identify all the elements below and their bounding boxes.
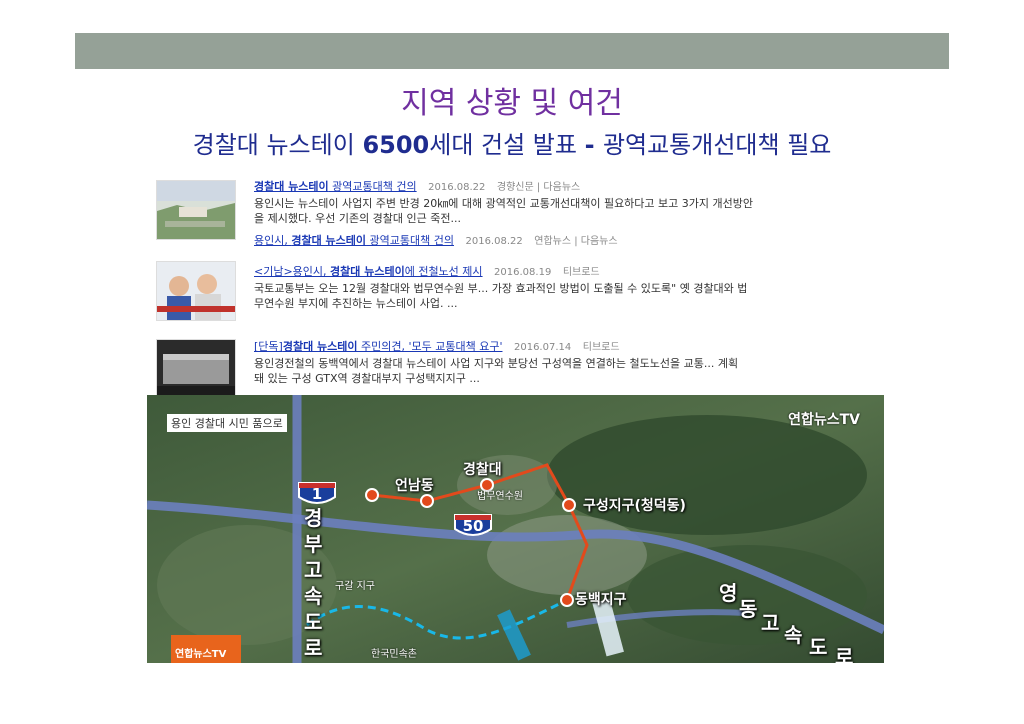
label-yeongdong-highway-1: 영 <box>719 581 738 605</box>
broadcaster-corner-logo: 연합뉴스TV <box>171 635 241 663</box>
label-dongbaek: 동백지구 <box>575 592 627 608</box>
label-yeongdong-highway-5: 도 <box>809 635 828 659</box>
slide-subtitle: 경찰대 뉴스테이 6500세대 건설 발표 - 광역교통개선대책 필요 <box>0 128 1024 162</box>
label-minsokchon: 한국민속촌 <box>371 649 417 660</box>
news-source: 티브로드 <box>582 342 620 353</box>
label-gyeongbu-highway: 경 부 고 속 도 로 <box>304 506 323 660</box>
route-map: 용인 경찰대 시민 품으로 연합뉴스TV 1 50 경찰대 언남동 법무연수원 … <box>147 395 884 663</box>
label-beommu: 법무연수원 <box>477 491 523 502</box>
news-source: 티브로드 <box>562 267 600 278</box>
broadcaster-logo: 연합뉴스TV <box>788 412 860 428</box>
subtitle-number: 6500 <box>362 131 430 159</box>
subtitle-part-b: 세대 건설 발표 <box>429 131 585 159</box>
news-headline-link[interactable]: <기남>용인시, 경찰대 뉴스테이에 전철노선 제시 <box>254 265 483 278</box>
news-date: 2016.07.14 <box>513 342 572 353</box>
news-date: 2016.08.19 <box>494 267 552 278</box>
label-gyeongchal: 경찰대 <box>463 462 502 478</box>
news-thumbnail[interactable] <box>156 180 236 240</box>
label-gugal: 구갈 지구 <box>335 581 375 592</box>
news-snippet: 용인시는 뉴스테이 사업지 주변 반경 20㎞에 대해 광역적인 교통개선대책이… <box>254 197 753 225</box>
route-1-shield-icon: 1 <box>297 481 337 507</box>
label-eonnam: 언남동 <box>395 478 434 494</box>
label-yeongdong-highway-2: 동 <box>739 597 758 621</box>
slide-title: 지역 상황 및 여건 <box>401 86 623 121</box>
news-thumbnail[interactable] <box>156 339 236 399</box>
top-banner-bar <box>75 33 949 69</box>
related-news-source: 연합뉴스 | 다음뉴스 <box>534 236 618 247</box>
news-thumbnail[interactable] <box>156 261 236 321</box>
subtitle-part-c: 광역교통개선대책 필요 <box>602 131 832 159</box>
news-headline-link[interactable]: [단독]경찰대 뉴스테이 주민의견, '모두 교통대책 요구' <box>254 340 502 353</box>
news-results: 경찰대 뉴스테이 광역교통대책 건의 2016.08.22 경향신문 | 다음뉴… <box>156 176 856 399</box>
label-guseong: 구성지구(청덕동) <box>583 498 686 514</box>
related-news-date: 2016.08.22 <box>465 236 523 247</box>
news-source: 경향신문 | 다음뉴스 <box>496 182 581 193</box>
map-caption: 용인 경찰대 시민 품으로 <box>167 414 287 432</box>
news-date: 2016.08.22 <box>428 182 486 193</box>
label-yeongdong-highway-4: 속 <box>784 623 803 647</box>
related-news-link[interactable]: 용인시, 경찰대 뉴스테이 광역교통대책 건의 <box>254 234 454 247</box>
subtitle-dash: - <box>584 131 603 159</box>
subtitle-part-a: 경찰대 뉴스테이 <box>192 131 363 159</box>
news-snippet: 용인경전철의 동백역에서 경찰대 뉴스테이 사업 지구와 분당선 구성역을 연결… <box>254 357 739 385</box>
news-headline-link[interactable]: 경찰대 뉴스테이 광역교통대책 건의 <box>254 180 417 193</box>
label-yeongdong-highway-6: 로 <box>835 645 854 663</box>
route-50-shield-icon: 50 <box>453 513 493 539</box>
label-yeongdong-highway-3: 고 <box>761 611 780 635</box>
news-snippet: 국토교통부는 오는 12월 경찰대와 법무연수원 부... 가장 효과적인 방법… <box>254 282 748 310</box>
